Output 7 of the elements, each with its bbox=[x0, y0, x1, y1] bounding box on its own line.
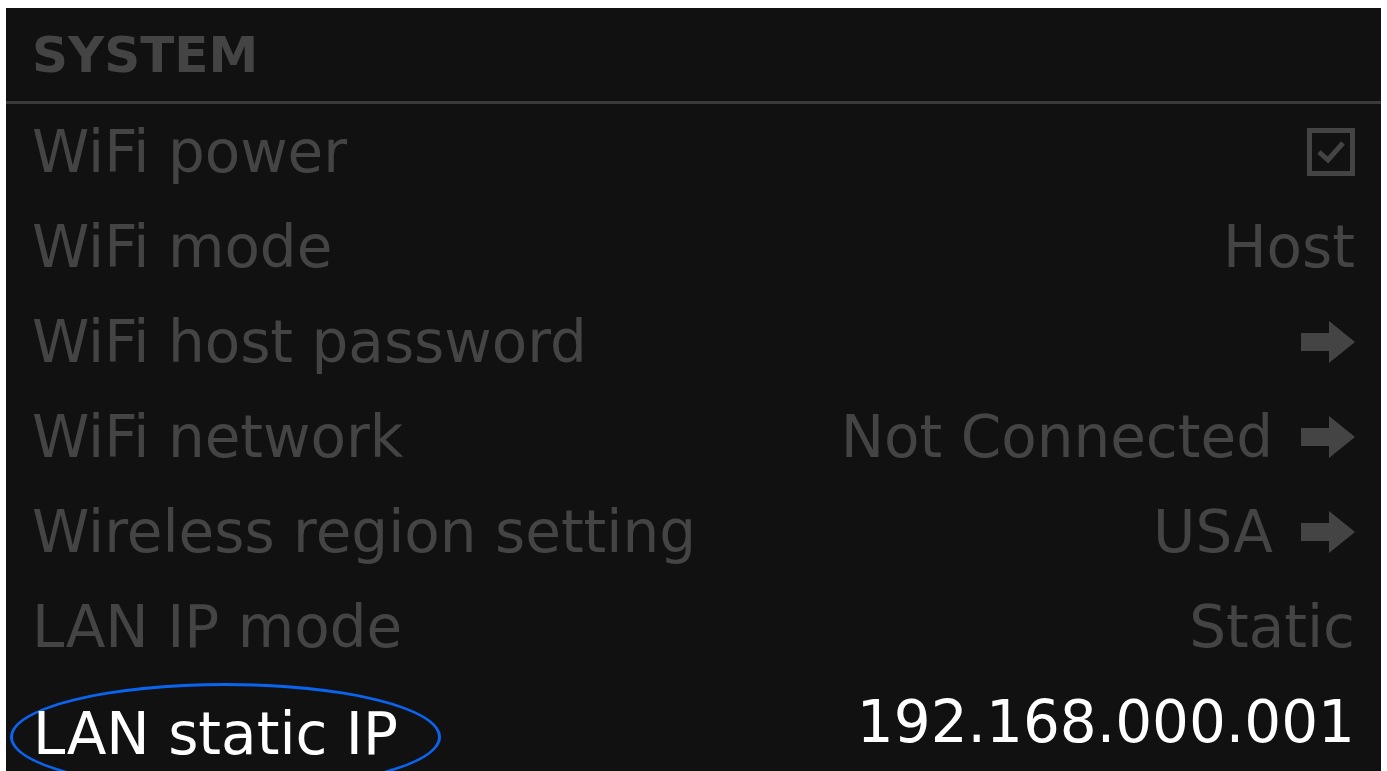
setting-value: 192.168.000.001 bbox=[856, 687, 1355, 756]
checkbox[interactable] bbox=[1307, 127, 1355, 176]
circled-setting-label: LAN static IP bbox=[10, 682, 441, 771]
menu-item[interactable]: LAN static IP 192.168.000.001 bbox=[6, 674, 1381, 769]
arrow-right-icon bbox=[1301, 415, 1355, 458]
arrow-right-icon bbox=[1301, 510, 1355, 553]
arrow-right-icon bbox=[1301, 320, 1355, 363]
